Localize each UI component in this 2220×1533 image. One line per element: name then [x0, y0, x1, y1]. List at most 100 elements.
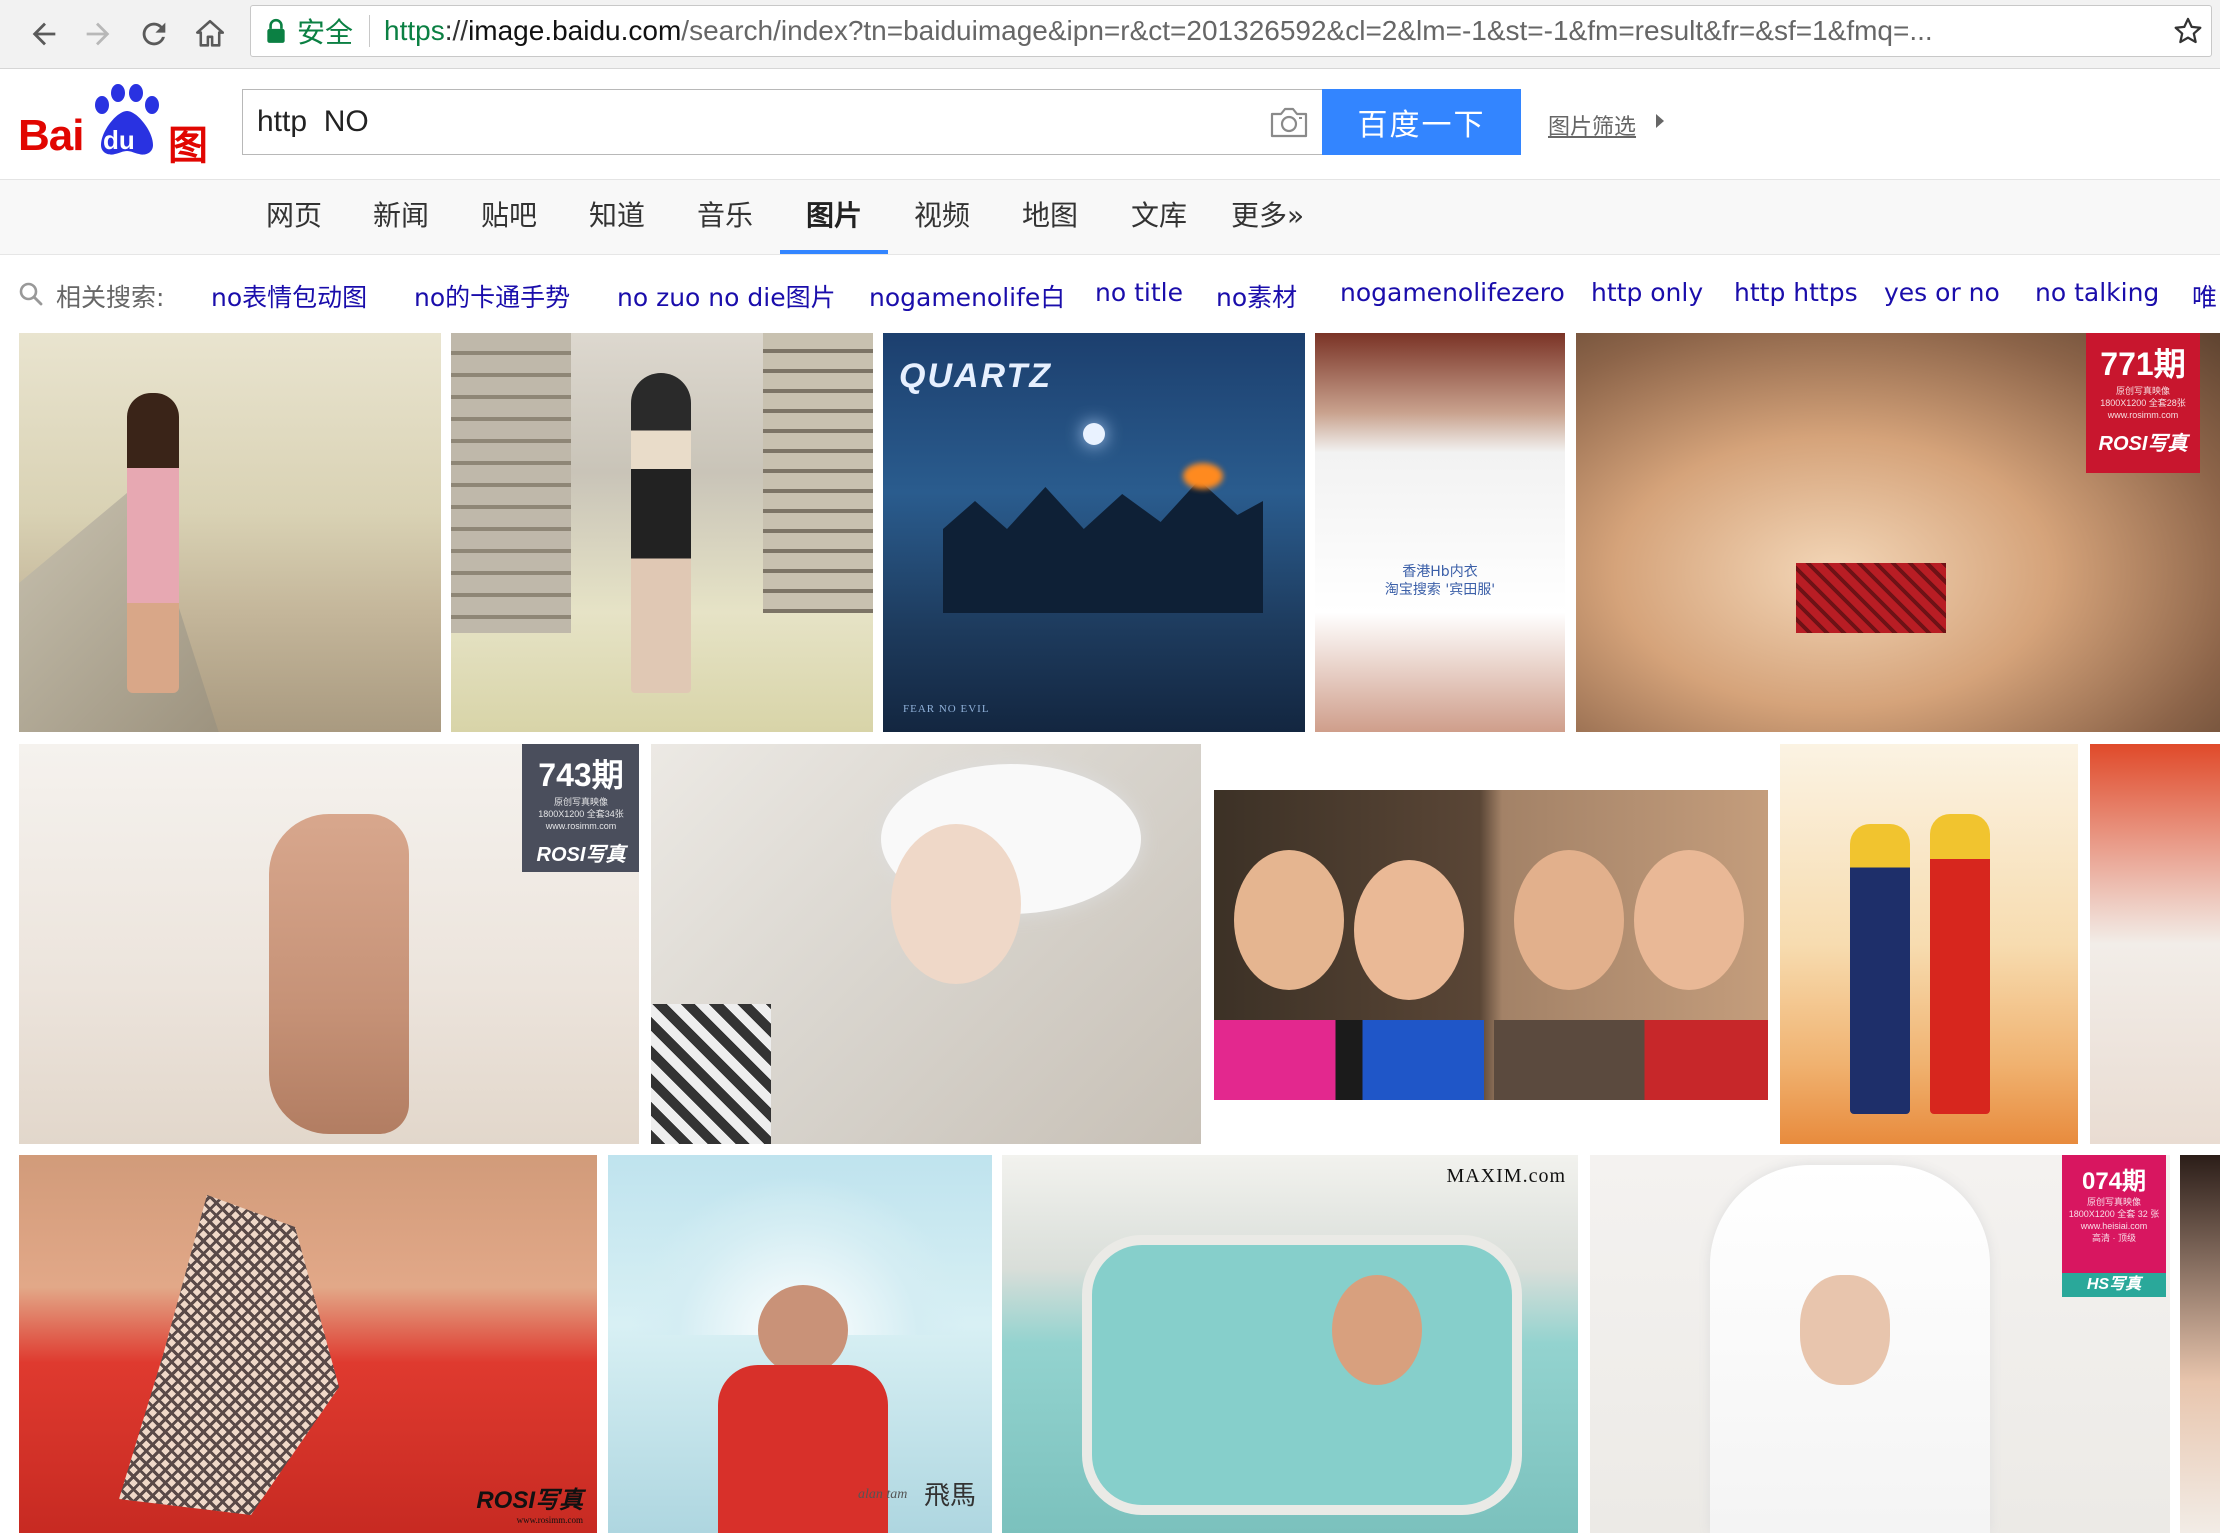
tab-news[interactable]: 新闻	[373, 180, 429, 254]
browser-toolbar: 安全 https://image.baidu.com/search/index?…	[0, 0, 2220, 69]
image-result-thumb[interactable]: 771期 原创写真映像 1800X1200 全套28张 www.rosimm.c…	[1576, 333, 2220, 732]
search-icon	[19, 282, 43, 306]
url-host: image.baidu.com	[468, 15, 682, 46]
issue-badge: 743期 原创写真映像 1800X1200 全套34张 www.rosimm.c…	[522, 744, 639, 872]
related-link[interactable]: no表情包动图	[211, 278, 367, 314]
tab-wenku[interactable]: 文库	[1131, 180, 1187, 254]
image-result-thumb[interactable]	[651, 744, 1201, 1144]
issue-subtitle: 原创写真映像	[2086, 1197, 2141, 1207]
image-result-thumb[interactable]	[1780, 744, 2078, 1144]
fishnet-legs-shape	[119, 1195, 339, 1515]
character-shape	[1850, 824, 1910, 1114]
related-link[interactable]: no zuo no die图片	[617, 278, 836, 314]
issue-url: www.heisiai.com	[2080, 1221, 2148, 1231]
face-shape	[1234, 850, 1344, 990]
camera-icon[interactable]	[1268, 102, 1310, 142]
image-result-thumb[interactable]	[451, 333, 873, 732]
image-result-thumb[interactable]: 743期 原创写真映像 1800X1200 全套34张 www.rosimm.c…	[19, 744, 639, 1144]
building-shape	[763, 333, 873, 613]
related-link[interactable]: no title	[1095, 278, 1183, 307]
image-results-grid: QUARTZ FEAR NO EVIL 香港Hb内衣 淘宝搜索 '宾田服' 77…	[0, 333, 2220, 1533]
url-scheme: https	[384, 15, 445, 46]
tab-zhidao[interactable]: 知道	[589, 180, 645, 254]
underwear-brand-text: 香港Hb内衣	[1402, 564, 1478, 580]
caption-en: alan tam	[858, 1487, 908, 1502]
image-result-thumb[interactable]	[2180, 1155, 2220, 1533]
brand-label: ROSI写真	[536, 844, 626, 866]
tab-images[interactable]: 图片	[806, 180, 862, 254]
fire-glow	[1183, 463, 1223, 489]
image-result-thumb[interactable]	[19, 333, 441, 732]
clothing-shape	[1214, 1020, 1484, 1100]
bookmark-star-icon[interactable]	[2171, 14, 2205, 48]
url-path: /search/index?tn=baiduimage&ipn=r&ct=201…	[681, 15, 1933, 46]
address-bar[interactable]: 安全 https://image.baidu.com/search/index?…	[250, 5, 2212, 57]
quartz-title: QUARTZ	[899, 357, 1053, 395]
search-tabs: 网页 新闻 贴吧 知道 音乐 图片 视频 地图 文库 更多»	[0, 180, 2220, 255]
hands-shape	[1800, 1275, 1890, 1385]
home-button[interactable]	[184, 8, 236, 60]
tab-webpage[interactable]: 网页	[266, 180, 322, 254]
image-result-thumb[interactable]: ROSI写真 www.rosimm.com	[19, 1155, 597, 1533]
building-shape	[451, 333, 571, 633]
related-link[interactable]: http only	[1591, 278, 1703, 307]
tab-music[interactable]: 音乐	[697, 180, 753, 254]
related-link[interactable]: no素材	[1216, 278, 1297, 314]
tab-map[interactable]: 地图	[1022, 180, 1078, 254]
home-icon	[195, 19, 225, 47]
image-result-thumb[interactable]	[1214, 790, 1768, 1100]
tab-more[interactable]: 更多»	[1231, 180, 1304, 254]
triangle-right-icon[interactable]	[1654, 112, 1666, 130]
clothing-shape	[1494, 1020, 1768, 1100]
image-result-thumb[interactable]	[2090, 744, 2220, 1144]
related-link[interactable]: http https	[1734, 278, 1858, 307]
image-result-thumb[interactable]: MAXIM.com	[1002, 1155, 1578, 1533]
face-shape	[1354, 860, 1464, 1000]
baidu-header: Bai du 图片 百度一下 图片筛选	[0, 69, 2220, 227]
back-arrow-icon	[32, 22, 56, 46]
related-link[interactable]: no的卡通手势	[414, 278, 570, 314]
houses-silhouette	[943, 480, 1263, 613]
caption-cn: 飛馬	[924, 1481, 977, 1511]
quartz-footer: FEAR NO EVIL	[903, 703, 990, 715]
face-shape	[758, 1285, 848, 1375]
logo-bai-text: Bai	[18, 111, 84, 160]
red-jacket-shape	[718, 1365, 888, 1533]
watermark: ROSI写真 www.rosimm.com	[476, 1480, 583, 1525]
moon-shape	[1083, 423, 1105, 445]
logo-du-text: du	[103, 125, 135, 155]
related-link[interactable]: no talking	[2035, 278, 2159, 307]
image-filter-link[interactable]: 图片筛选	[1548, 109, 1636, 141]
url-separator: ://	[444, 15, 469, 46]
image-result-thumb[interactable]: 074期 原创写真映像 1800X1200 全套 32 张 www.heisia…	[1590, 1155, 2170, 1533]
brand-label: ROSI写真	[2098, 433, 2188, 455]
hs-brand-label: HS写真	[2062, 1273, 2166, 1297]
image-result-thumb[interactable]: QUARTZ FEAR NO EVIL	[883, 333, 1305, 732]
reload-button[interactable]	[128, 8, 180, 60]
issue-tag: 高清 · 顶级	[2092, 1233, 2136, 1243]
image-result-thumb[interactable]: alan tam 飛馬	[608, 1155, 992, 1533]
active-tab-indicator	[780, 250, 888, 254]
forward-button[interactable]	[72, 8, 124, 60]
related-link[interactable]: nogamenolife白	[869, 278, 1065, 314]
issue-subtitle: 原创写真映像	[553, 797, 608, 807]
face-shape	[891, 824, 1021, 984]
issue-number: 743期	[538, 757, 624, 793]
bathtub-shape	[1082, 1235, 1522, 1515]
tab-video[interactable]: 视频	[914, 180, 970, 254]
secure-label: 安全	[297, 17, 354, 48]
search-button[interactable]: 百度一下	[1322, 89, 1521, 155]
search-input[interactable]	[257, 98, 1217, 146]
back-button[interactable]	[18, 8, 70, 60]
image-result-thumb[interactable]: 香港Hb内衣 淘宝搜索 '宾田服'	[1315, 333, 1565, 732]
reload-icon	[142, 22, 166, 46]
tab-tieba[interactable]: 贴吧	[481, 180, 537, 254]
striped-shape	[651, 1004, 771, 1144]
related-link[interactable]: yes or no	[1884, 278, 2000, 307]
baidu-image-logo[interactable]: Bai du 图片	[18, 81, 228, 227]
maxim-logo: MAXIM.com	[1446, 1165, 1566, 1187]
related-link[interactable]: 唯	[2192, 278, 2217, 314]
related-link[interactable]: nogamenolifezero	[1340, 278, 1565, 307]
person-silhouette	[631, 373, 691, 693]
character-shape	[1930, 814, 1990, 1114]
